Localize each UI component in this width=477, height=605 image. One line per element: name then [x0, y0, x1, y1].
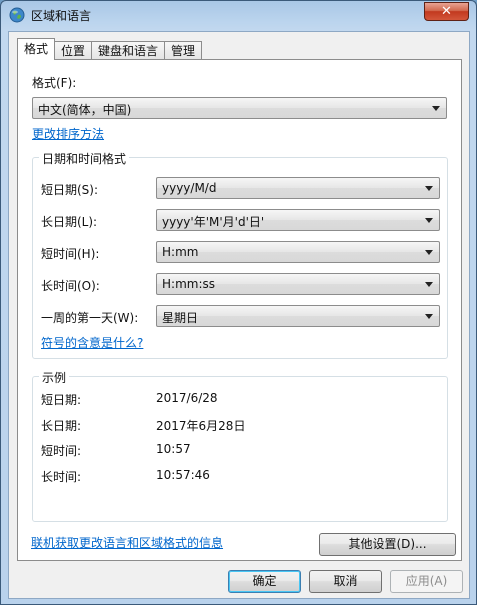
region-language-window: 区域和语言 ✕ 格式 位置 键盘和语言 管理 格式(F): 中文(简体，中国) …	[0, 0, 477, 605]
dialog-client-area: 格式 位置 键盘和语言 管理 格式(F): 中文(简体，中国) 更改排序方法 日…	[8, 31, 470, 599]
example-long-time-label: 长时间:	[41, 470, 82, 484]
tab-location[interactable]: 位置	[54, 41, 93, 60]
chevron-down-icon	[425, 314, 433, 319]
chevron-down-icon	[425, 218, 433, 223]
long-date-label: 长日期(L):	[41, 215, 98, 229]
long-date-value: yyyy'年'M'月'd'日'	[162, 215, 265, 229]
example-long-time-value: 10:57:46	[156, 468, 210, 482]
long-time-value: H:mm:ss	[162, 277, 215, 291]
format-dropdown-value: 中文(简体，中国)	[38, 103, 132, 117]
example-short-date-label: 短日期:	[41, 393, 82, 407]
short-time-dropdown[interactable]: H:mm	[156, 241, 440, 263]
long-date-dropdown[interactable]: yyyy'年'M'月'd'日'	[156, 209, 440, 231]
online-info-link[interactable]: 联机获取更改语言和区域格式的信息	[31, 534, 223, 551]
short-date-dropdown[interactable]: yyyy/M/d	[156, 177, 440, 199]
short-time-label: 短时间(H):	[41, 247, 100, 261]
ok-button[interactable]: 确定	[228, 570, 301, 593]
long-time-dropdown[interactable]: H:mm:ss	[156, 273, 440, 295]
chevron-down-icon	[425, 250, 433, 255]
chevron-down-icon	[432, 106, 440, 111]
example-short-date-value: 2017/6/28	[156, 391, 218, 405]
close-button[interactable]: ✕	[424, 2, 469, 21]
cancel-button[interactable]: 取消	[309, 570, 382, 593]
close-icon: ✕	[441, 4, 452, 19]
long-time-label: 长时间(O):	[41, 279, 100, 293]
first-day-of-week-label: 一周的第一天(W):	[41, 311, 139, 325]
apply-button[interactable]: 应用(A)	[390, 570, 463, 593]
short-date-value: yyyy/M/d	[162, 181, 217, 195]
example-long-date-label: 长日期:	[41, 419, 82, 433]
globe-icon	[9, 7, 25, 23]
other-settings-button[interactable]: 其他设置(D)...	[319, 533, 456, 556]
chevron-down-icon	[425, 186, 433, 191]
chevron-down-icon	[425, 282, 433, 287]
symbols-meaning-link[interactable]: 符号的含意是什么?	[41, 334, 143, 351]
tab-strip: 格式 位置 键盘和语言 管理	[17, 38, 203, 60]
examples-group-title: 示例	[39, 369, 70, 386]
formats-panel: 格式(F): 中文(简体，中国) 更改排序方法 日期和时间格式 短日期(S): …	[17, 59, 462, 561]
example-short-time-label: 短时间:	[41, 444, 82, 458]
short-time-value: H:mm	[162, 245, 199, 259]
example-short-time-value: 10:57	[156, 442, 191, 456]
tab-administrative[interactable]: 管理	[164, 41, 203, 60]
format-dropdown[interactable]: 中文(简体，中国)	[32, 97, 447, 119]
datetime-format-group: 日期和时间格式 短日期(S): yyyy/M/d 长日期(L): yyyy'年'…	[32, 150, 448, 359]
tab-formats[interactable]: 格式	[17, 38, 56, 60]
tab-keyboards-languages[interactable]: 键盘和语言	[91, 41, 166, 60]
first-day-of-week-value: 星期日	[162, 311, 199, 325]
first-day-of-week-dropdown[interactable]: 星期日	[156, 305, 440, 327]
format-label: 格式(F):	[32, 76, 77, 90]
short-date-label: 短日期(S):	[41, 183, 99, 197]
datetime-format-group-title: 日期和时间格式	[39, 150, 130, 167]
title-bar[interactable]: 区域和语言 ✕	[1, 1, 476, 29]
example-long-date-value: 2017年6月28日	[156, 419, 246, 433]
window-title: 区域和语言	[31, 9, 92, 23]
examples-group: 示例 短日期: 2017/6/28 长日期: 2017年6月28日 短时间: 1…	[32, 369, 448, 522]
change-sort-method-link[interactable]: 更改排序方法	[32, 125, 104, 142]
